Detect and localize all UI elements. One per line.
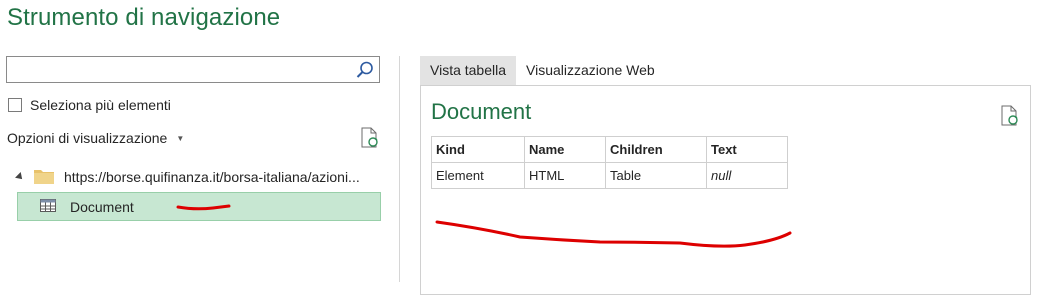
tab-web-view[interactable]: Visualizzazione Web [516, 56, 665, 85]
expand-collapse-icon[interactable] [15, 172, 25, 182]
display-options-label: Opzioni di visualizzazione [7, 130, 168, 146]
multi-select-checkbox[interactable] [8, 98, 22, 112]
search-box[interactable] [6, 56, 380, 83]
tree-item-document[interactable]: Document [17, 192, 381, 221]
preview-title: Document [431, 99, 532, 124]
multi-select-option[interactable]: Seleziona più elementi [8, 97, 171, 113]
table-header-row: Kind Name Children Text [431, 136, 788, 163]
caret-down-icon: ▼ [176, 133, 185, 143]
folder-icon [34, 168, 54, 187]
pane-divider[interactable] [399, 56, 400, 282]
table-row: Element HTML Table null [431, 162, 788, 189]
tree-source-label: https://borse.quifinanza.it/borsa-italia… [64, 169, 360, 185]
window-title: Strumento di navigazione [7, 4, 281, 31]
column-header[interactable]: Name [524, 136, 606, 163]
table-cell[interactable]: HTML [524, 162, 606, 189]
column-header[interactable]: Children [605, 136, 707, 163]
column-header[interactable]: Text [706, 136, 788, 163]
table-icon [40, 198, 56, 215]
tree-item-label: Document [70, 198, 134, 215]
tree-source-node[interactable]: https://borse.quifinanza.it/borsa-italia… [14, 165, 384, 189]
multi-select-label: Seleziona più elementi [30, 97, 171, 113]
table-cell[interactable]: Table [605, 162, 707, 189]
view-tabs: Vista tabella Visualizzazione Web [420, 56, 665, 85]
column-header[interactable]: Kind [431, 136, 525, 163]
search-input[interactable] [7, 57, 359, 82]
refresh-icon[interactable] [360, 127, 380, 149]
table-cell[interactable]: Element [431, 162, 525, 189]
search-icon[interactable] [355, 60, 375, 80]
preview-table: Kind Name Children Text Element HTML Tab… [431, 136, 788, 189]
display-options-dropdown[interactable]: Opzioni di visualizzazione ▼ [7, 130, 184, 146]
refresh-preview-icon[interactable] [1000, 105, 1020, 127]
table-cell[interactable]: null [706, 162, 788, 189]
tab-table-view[interactable]: Vista tabella [420, 56, 517, 85]
